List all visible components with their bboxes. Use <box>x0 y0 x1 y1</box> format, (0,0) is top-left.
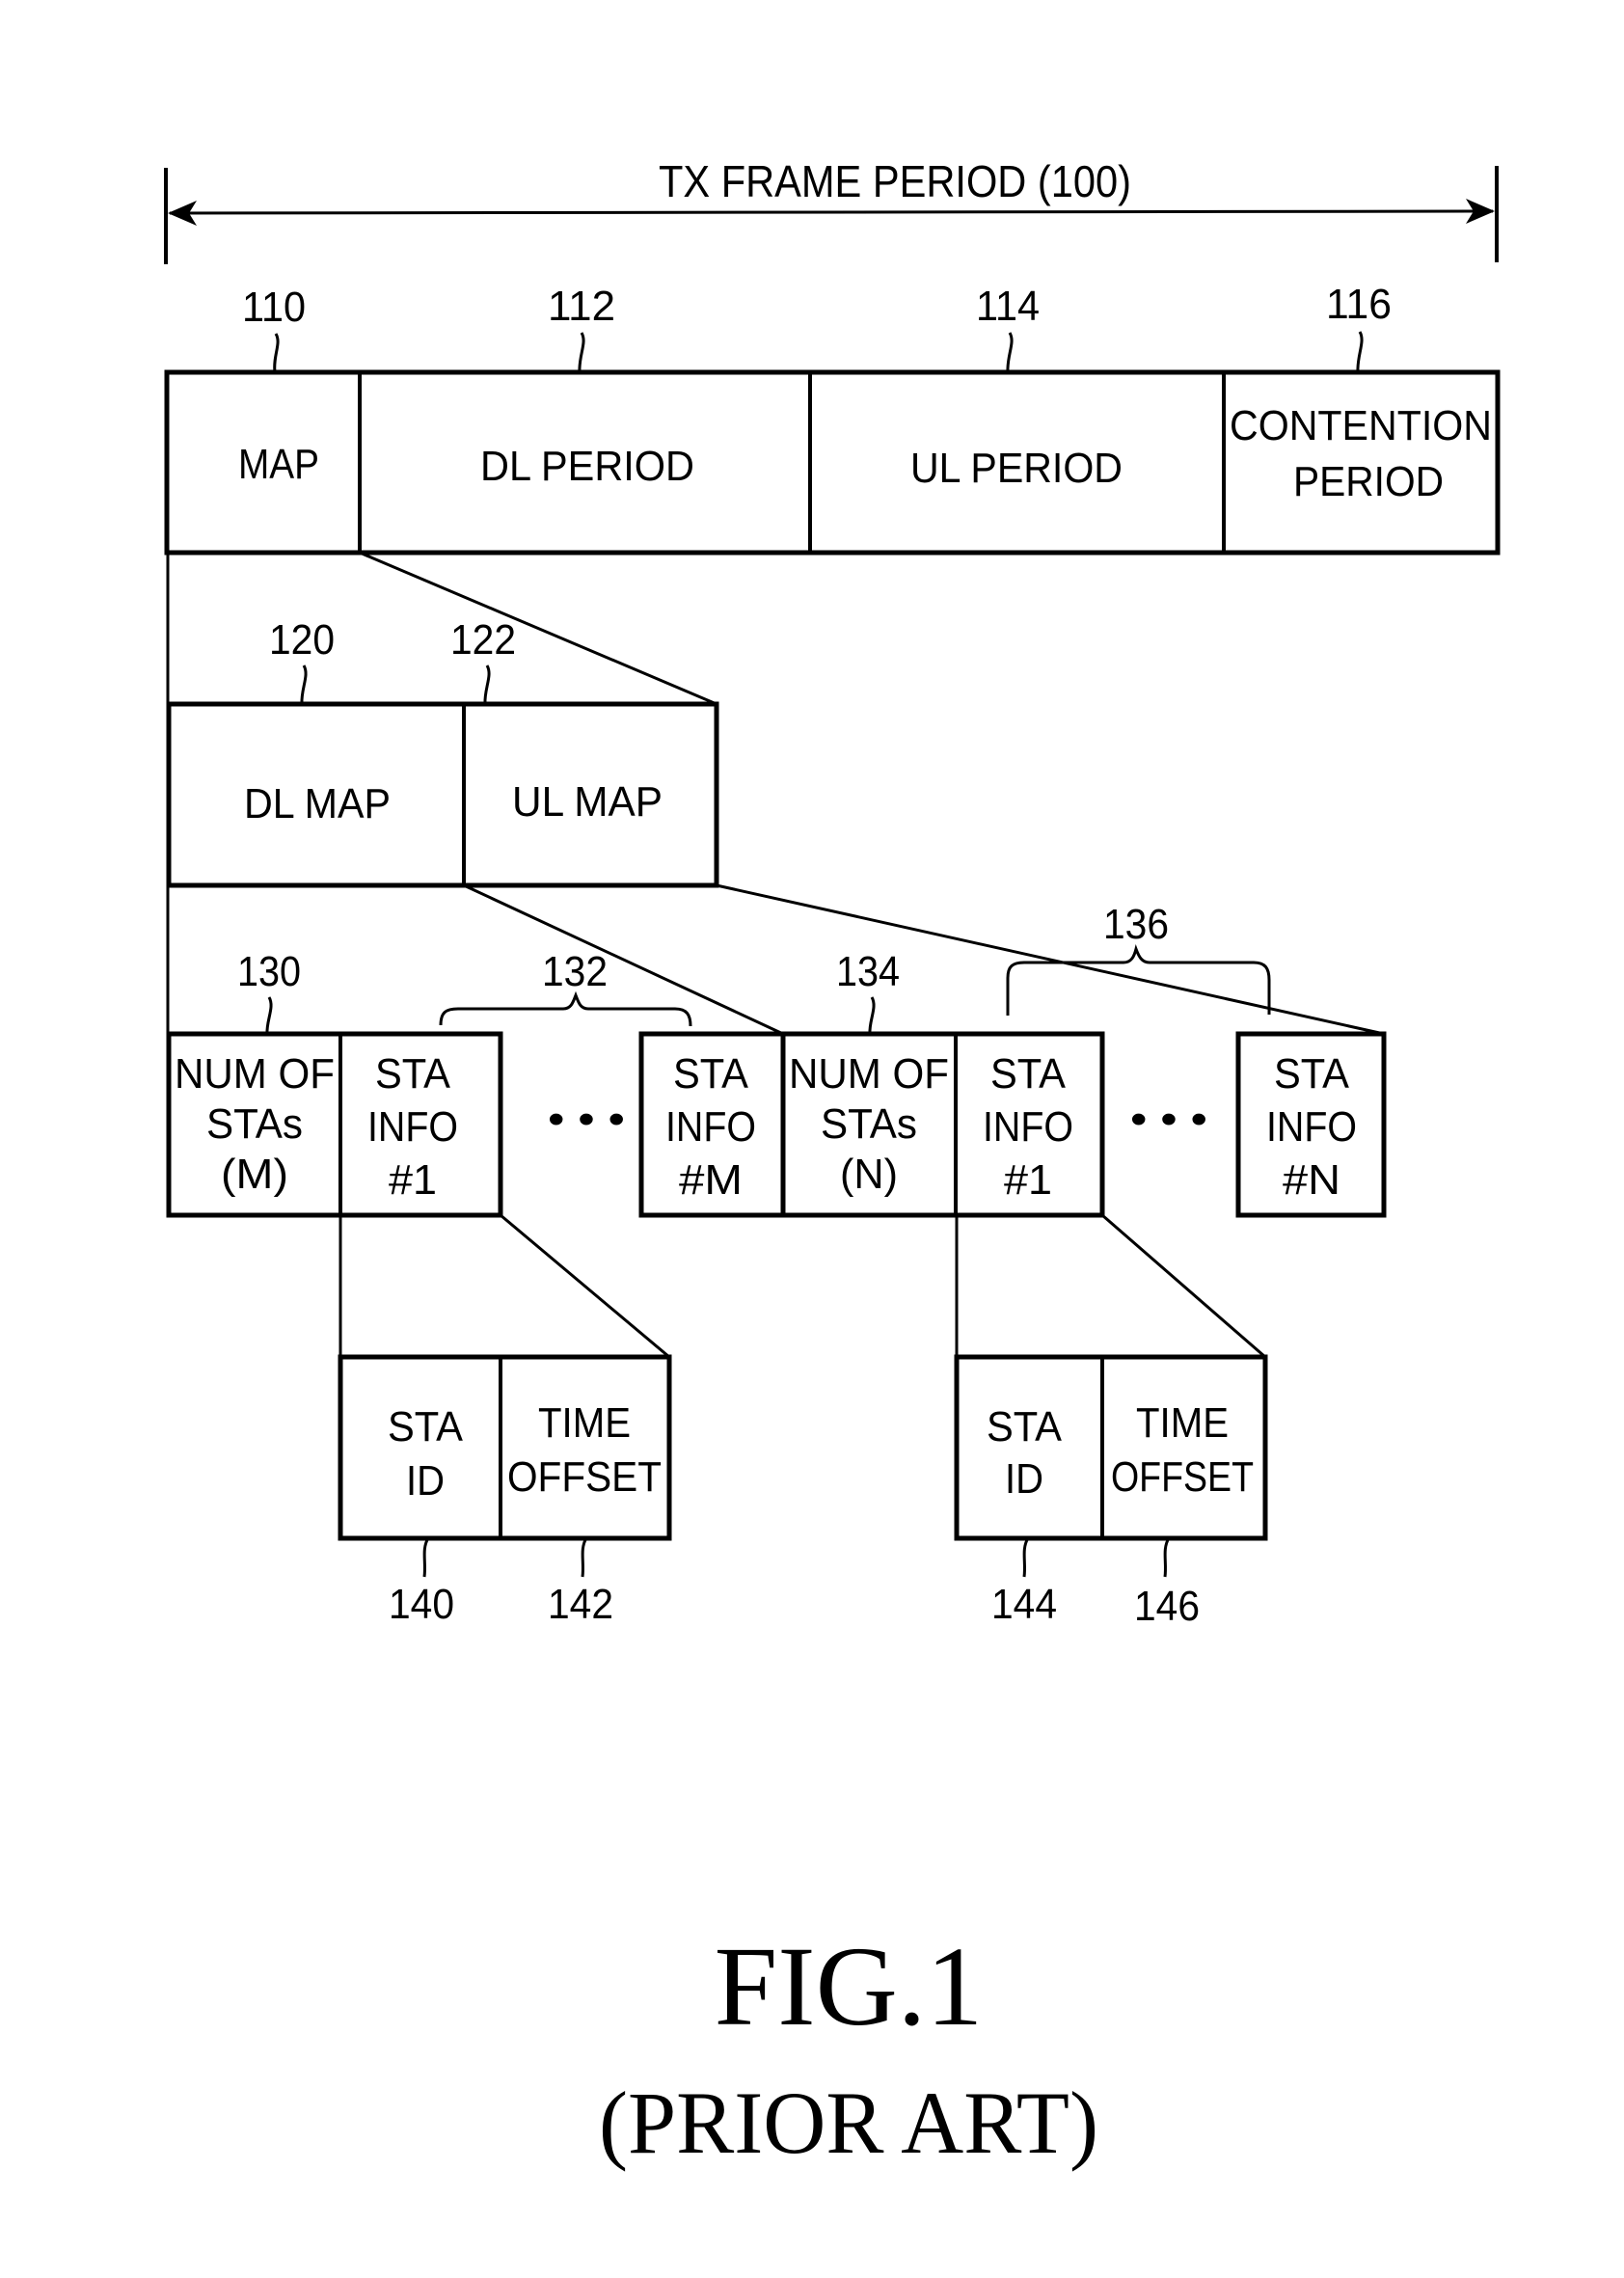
field-label-line-1: STA <box>1274 1050 1350 1098</box>
ref-label: 114 <box>976 283 1040 330</box>
ref-label: 146 <box>1134 1583 1200 1630</box>
expansion-line-ul-sta-right <box>1101 1213 1266 1359</box>
ref-label: 140 <box>389 1581 454 1628</box>
frame-bar: 110 MAP 112 DL PERIOD 114 UL PERIOD 116 … <box>164 281 1501 556</box>
field-label-line-3: #M <box>679 1156 743 1204</box>
field-label-line-2: ID <box>1005 1455 1043 1503</box>
tx-frame-period-dimension: TX FRAME PERIOD (100) <box>164 156 1499 264</box>
ref-label: 142 <box>548 1581 613 1628</box>
field-label-line-1: STA <box>990 1050 1067 1098</box>
leader-line <box>1006 332 1014 373</box>
field-label-line-1: STA <box>375 1050 451 1098</box>
expansion-line-ul-right <box>716 883 1385 1036</box>
field-label-line-1: NUM OF <box>175 1050 335 1098</box>
ref-label: 144 <box>991 1581 1057 1628</box>
leader-line <box>422 1537 430 1578</box>
leader-line <box>300 664 308 705</box>
field-label-line-1: STA <box>388 1403 464 1451</box>
ellipsis: • • • <box>548 1096 625 1143</box>
field-label-line-2: STAs <box>206 1100 303 1148</box>
segment-label: DL MAP <box>244 780 391 827</box>
field-label-line-1: STA <box>673 1050 749 1098</box>
ref-label: 122 <box>450 616 516 664</box>
leader-line <box>868 996 876 1035</box>
ref-label-num-stas: 130 <box>237 948 301 995</box>
ref-label: 132 <box>542 948 608 995</box>
ref-label-num-stas: 134 <box>836 948 900 995</box>
frame-structure-diagram: TX FRAME PERIOD (100) 110 MAP 112 DL PER… <box>164 156 1501 2172</box>
leader-line <box>483 664 491 705</box>
sta-info-group-brace: 132 <box>439 948 692 1027</box>
field-label-line-2: STAs <box>821 1100 917 1148</box>
field-label-line-2: INFO <box>1266 1103 1357 1151</box>
field-label-line-2: INFO <box>367 1103 458 1151</box>
field-label-line-2: INFO <box>665 1103 756 1151</box>
expansion-line-right <box>359 551 717 706</box>
leader-line <box>1163 1537 1171 1578</box>
expansion-line-dl-sta-right <box>500 1213 670 1359</box>
segment-label: MAP <box>238 441 319 488</box>
ref-label: 110 <box>242 284 306 331</box>
field-label-line-1: NUM OF <box>789 1050 949 1098</box>
ref-label: 120 <box>269 616 335 664</box>
ul-sta-info-detail: STA ID 144 TIME OFFSET 146 <box>954 1354 1268 1630</box>
ref-label: 112 <box>548 283 615 330</box>
dl-sta-info-detail: STA ID 140 TIME OFFSET 142 <box>338 1354 672 1628</box>
leader-line <box>578 332 585 373</box>
leader-line <box>273 333 280 373</box>
segment-label: UL MAP <box>512 778 663 826</box>
leader-line <box>581 1537 588 1578</box>
expansion-line-dl-right <box>463 883 784 1036</box>
leader-line <box>1356 331 1364 373</box>
ref-label: 136 <box>1103 901 1169 948</box>
ref-label: 116 <box>1326 281 1392 328</box>
field-label-line-3: #1 <box>1004 1156 1052 1204</box>
leader-line <box>1022 1537 1030 1578</box>
field-sta-info-m: STA INFO #M <box>665 1050 756 1204</box>
segment-label: DL PERIOD <box>480 443 694 490</box>
field-label-line-1: TIME <box>538 1399 631 1447</box>
field-label-line-3: (M) <box>221 1151 288 1198</box>
field-label-line-3: (N) <box>840 1151 898 1198</box>
ellipsis: • • • <box>1130 1096 1207 1143</box>
segment-label-line-2: PERIOD <box>1293 458 1444 505</box>
segment-label-line-1: CONTENTION <box>1230 402 1492 449</box>
field-label-line-2: ID <box>406 1457 445 1505</box>
dl-map-fields: 130 NUM OF STAs (M) STA INFO #1 • • • ST… <box>166 948 786 1218</box>
leader-line <box>265 996 273 1035</box>
segment-label: UL PERIOD <box>910 445 1123 492</box>
double-arrow-line <box>169 209 1494 215</box>
ul-map-fields: 134 NUM OF STAs (N) STA INFO #1 • • • ST… <box>780 901 1387 1218</box>
field-label-line-3: #N <box>1283 1156 1340 1204</box>
figure-note: (PRIOR ART) <box>599 2074 1098 2172</box>
frame-title: TX FRAME PERIOD (100) <box>659 156 1131 206</box>
field-label-line-1: TIME <box>1136 1399 1229 1447</box>
field-label-line-1: STA <box>987 1403 1063 1451</box>
field-label-line-2: INFO <box>983 1103 1073 1151</box>
field-label-line-3: #1 <box>389 1156 437 1204</box>
map-detail-bar: 120 DL MAP 122 UL MAP <box>166 616 719 888</box>
field-label-line-2: OFFSET <box>507 1453 662 1501</box>
figure-number: FIG.1 <box>715 1923 984 2049</box>
field-label-line-2: OFFSET <box>1111 1453 1254 1501</box>
